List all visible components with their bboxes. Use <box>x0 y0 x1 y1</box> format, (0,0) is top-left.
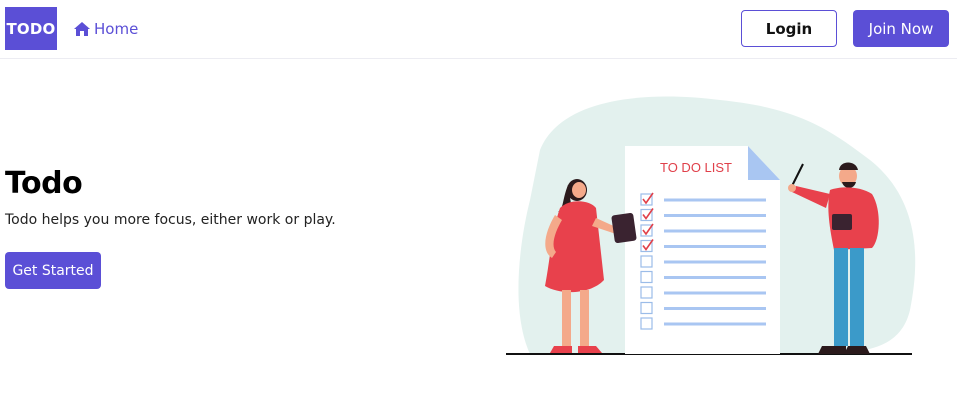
join-now-button[interactable]: Join Now <box>853 10 949 47</box>
navbar: TODO Home Login Join Now <box>0 0 957 59</box>
checklist-box <box>640 255 653 268</box>
hero-title: Todo <box>5 166 83 201</box>
home-link[interactable]: Home <box>74 18 138 40</box>
brand-logo[interactable]: TODO <box>5 7 57 50</box>
get-started-button[interactable]: Get Started <box>5 252 101 289</box>
hero-description: Todo helps you more focus, either work o… <box>5 212 336 228</box>
checklist-box <box>640 286 653 299</box>
checklist-box <box>640 270 653 284</box>
login-button[interactable]: Login <box>741 10 837 47</box>
todo-list-title: TO DO LIST <box>660 160 732 175</box>
home-link-label: Home <box>94 20 139 38</box>
home-icon <box>74 22 90 36</box>
checklist-box <box>640 317 653 330</box>
checklist-box <box>640 301 653 315</box>
todo-illustration: TO DO LIST <box>500 90 920 360</box>
